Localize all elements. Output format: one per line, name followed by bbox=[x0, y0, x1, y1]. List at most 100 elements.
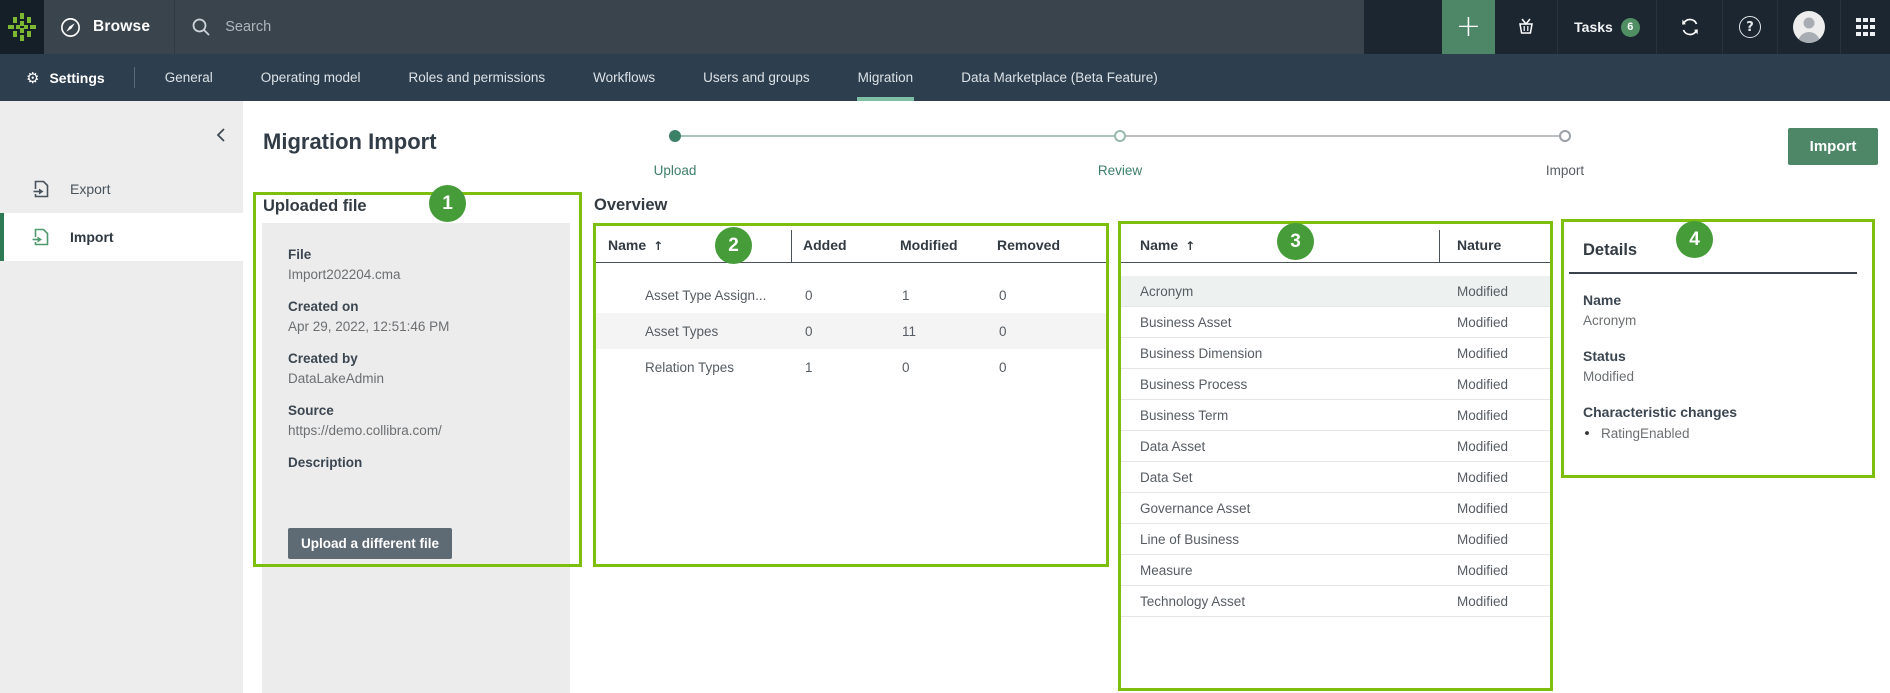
chevron-left-icon bbox=[216, 127, 226, 143]
table-row[interactable]: Line of Business Modified bbox=[1118, 524, 1553, 555]
sync-icon bbox=[1678, 15, 1702, 39]
topbar: Browse + Tasks 6 bbox=[0, 0, 1890, 54]
overview-table: Name ↑ Added Modified Removed Asset Type… bbox=[593, 223, 1109, 385]
created-on-field: Created on Apr 29, 2022, 12:51:46 PM bbox=[288, 297, 544, 336]
wizard-stepper: Upload Review Import bbox=[668, 130, 1578, 182]
details-heading: Details bbox=[1569, 241, 1857, 274]
sidebar: Export Import bbox=[0, 101, 243, 693]
browse-label: Browse bbox=[93, 18, 150, 36]
field-label: Created on bbox=[288, 297, 544, 317]
help-button[interactable]: ? bbox=[1722, 0, 1777, 54]
column-header-added[interactable]: Added bbox=[792, 237, 889, 262]
column-header-removed[interactable]: Removed bbox=[986, 237, 1109, 262]
field-label: Characteristic changes bbox=[1583, 402, 1857, 423]
field-value: Import202204.cma bbox=[288, 265, 544, 284]
table-row[interactable]: Business Dimension Modified bbox=[1118, 338, 1553, 369]
overview-heading: Overview bbox=[594, 196, 667, 215]
upload-different-file-button[interactable]: Upload a different file bbox=[288, 528, 452, 559]
uploaded-file-card: File Import202204.cma Created on Apr 29,… bbox=[262, 223, 570, 693]
changes-table-header: Name ↑ Nature bbox=[1118, 221, 1553, 263]
tab-roles-and-permissions[interactable]: Roles and permissions bbox=[408, 54, 547, 101]
browse-button[interactable]: Browse bbox=[44, 0, 175, 54]
sidebar-item-label: Export bbox=[70, 181, 110, 197]
compass-icon bbox=[59, 16, 82, 39]
tasks-button[interactable]: Tasks 6 bbox=[1557, 0, 1656, 54]
step-label-upload: Upload bbox=[605, 163, 745, 178]
table-row[interactable]: Business Asset Modified bbox=[1118, 307, 1553, 338]
apps-grid-button[interactable] bbox=[1840, 0, 1890, 54]
basket-button[interactable] bbox=[1495, 0, 1557, 54]
field-value: Apr 29, 2022, 12:51:46 PM bbox=[288, 317, 544, 336]
tab-users-and-groups[interactable]: Users and groups bbox=[702, 54, 811, 101]
column-header-name[interactable]: Name ↑ bbox=[1118, 230, 1440, 262]
tasks-count-badge: 6 bbox=[1621, 18, 1640, 37]
shopping-basket-icon bbox=[1514, 15, 1538, 39]
details-characteristics-field: Characteristic changes • RatingEnabled bbox=[1583, 402, 1857, 445]
topbar-strip: Browse bbox=[44, 0, 1364, 54]
sidebar-collapse-button[interactable] bbox=[216, 127, 226, 143]
export-icon bbox=[31, 179, 51, 199]
tab-data-marketplace[interactable]: Data Marketplace (Beta Feature) bbox=[960, 54, 1159, 101]
table-row[interactable]: Business Term Modified bbox=[1118, 400, 1553, 431]
bullet-icon: • bbox=[1583, 423, 1591, 445]
details-name-field: Name Acronym bbox=[1583, 290, 1857, 331]
user-menu-button[interactable] bbox=[1777, 0, 1840, 54]
sync-button[interactable] bbox=[1656, 0, 1722, 54]
sort-asc-icon: ↑ bbox=[1185, 239, 1195, 253]
settings-label: Settings bbox=[49, 70, 104, 86]
settings-home[interactable]: ⚙ Settings bbox=[0, 54, 105, 101]
field-value: https://demo.collibra.com/ bbox=[288, 421, 544, 440]
details-status-field: Status Modified bbox=[1583, 346, 1857, 387]
field-value: Acronym bbox=[1583, 311, 1857, 331]
changes-table: Name ↑ Nature Acronym Modified Business … bbox=[1118, 221, 1553, 617]
table-row[interactable]: Technology Asset Modified bbox=[1118, 586, 1553, 617]
create-button[interactable]: + bbox=[1442, 0, 1495, 54]
table-row[interactable]: Measure Modified bbox=[1118, 555, 1553, 586]
table-row[interactable]: Governance Asset Modified bbox=[1118, 493, 1553, 524]
step-line-complete bbox=[681, 135, 1114, 137]
table-row[interactable]: Data Asset Modified bbox=[1118, 431, 1553, 462]
description-field: Description bbox=[288, 453, 544, 473]
table-row[interactable]: Business Process Modified bbox=[1118, 369, 1553, 400]
topbar-actions: + Tasks 6 ? bbox=[1364, 0, 1890, 54]
created-by-field: Created by DataLakeAdmin bbox=[288, 349, 544, 388]
field-value: DataLakeAdmin bbox=[288, 369, 544, 388]
field-label: Created by bbox=[288, 349, 544, 369]
import-button[interactable]: Import bbox=[1788, 128, 1878, 165]
search-input[interactable] bbox=[225, 19, 1125, 35]
search-box bbox=[175, 0, 1364, 54]
settings-navbar: ⚙ Settings General Operating model Roles… bbox=[0, 54, 1890, 101]
overview-table-body: Asset Type Assign... 0 1 0 Asset Types 0… bbox=[593, 263, 1109, 385]
table-row[interactable]: Relation Types 1 0 0 bbox=[593, 349, 1109, 385]
column-header-modified[interactable]: Modified bbox=[889, 237, 986, 262]
table-row[interactable]: Asset Types 0 11 0 bbox=[593, 313, 1109, 349]
column-header-nature[interactable]: Nature bbox=[1440, 237, 1553, 262]
app-logo[interactable] bbox=[0, 0, 44, 54]
settings-tabs: General Operating model Roles and permis… bbox=[164, 54, 1205, 101]
tab-operating-model[interactable]: Operating model bbox=[260, 54, 362, 101]
sort-asc-icon: ↑ bbox=[653, 239, 663, 253]
field-label: File bbox=[288, 245, 544, 265]
table-row[interactable]: Asset Type Assign... 0 1 0 bbox=[593, 277, 1109, 313]
sidebar-item-import[interactable]: Import bbox=[0, 213, 243, 261]
search-icon bbox=[191, 17, 211, 37]
tasks-label: Tasks bbox=[1574, 19, 1613, 35]
tab-general[interactable]: General bbox=[164, 54, 214, 101]
step-line-upcoming bbox=[1126, 135, 1559, 137]
column-header-name[interactable]: Name ↑ bbox=[593, 230, 792, 262]
field-label: Description bbox=[288, 453, 544, 473]
sidebar-item-export[interactable]: Export bbox=[0, 165, 243, 213]
tab-migration[interactable]: Migration bbox=[857, 54, 915, 101]
apps-grid-icon bbox=[1856, 18, 1875, 37]
changes-table-body: Acronym Modified Business Asset Modified… bbox=[1118, 263, 1553, 617]
tab-workflows[interactable]: Workflows bbox=[592, 54, 656, 101]
table-row[interactable]: Acronym Modified bbox=[1118, 276, 1553, 307]
step-label-import: Import bbox=[1495, 163, 1635, 178]
content: Migration Import Upload Review Import Im… bbox=[243, 101, 1890, 693]
topbar-spacer bbox=[1364, 0, 1442, 54]
file-field: File Import202204.cma bbox=[288, 245, 544, 284]
table-row[interactable]: Data Set Modified bbox=[1118, 462, 1553, 493]
step-dot-review bbox=[1114, 130, 1126, 142]
field-value: Modified bbox=[1583, 367, 1857, 387]
help-icon: ? bbox=[1739, 16, 1761, 38]
